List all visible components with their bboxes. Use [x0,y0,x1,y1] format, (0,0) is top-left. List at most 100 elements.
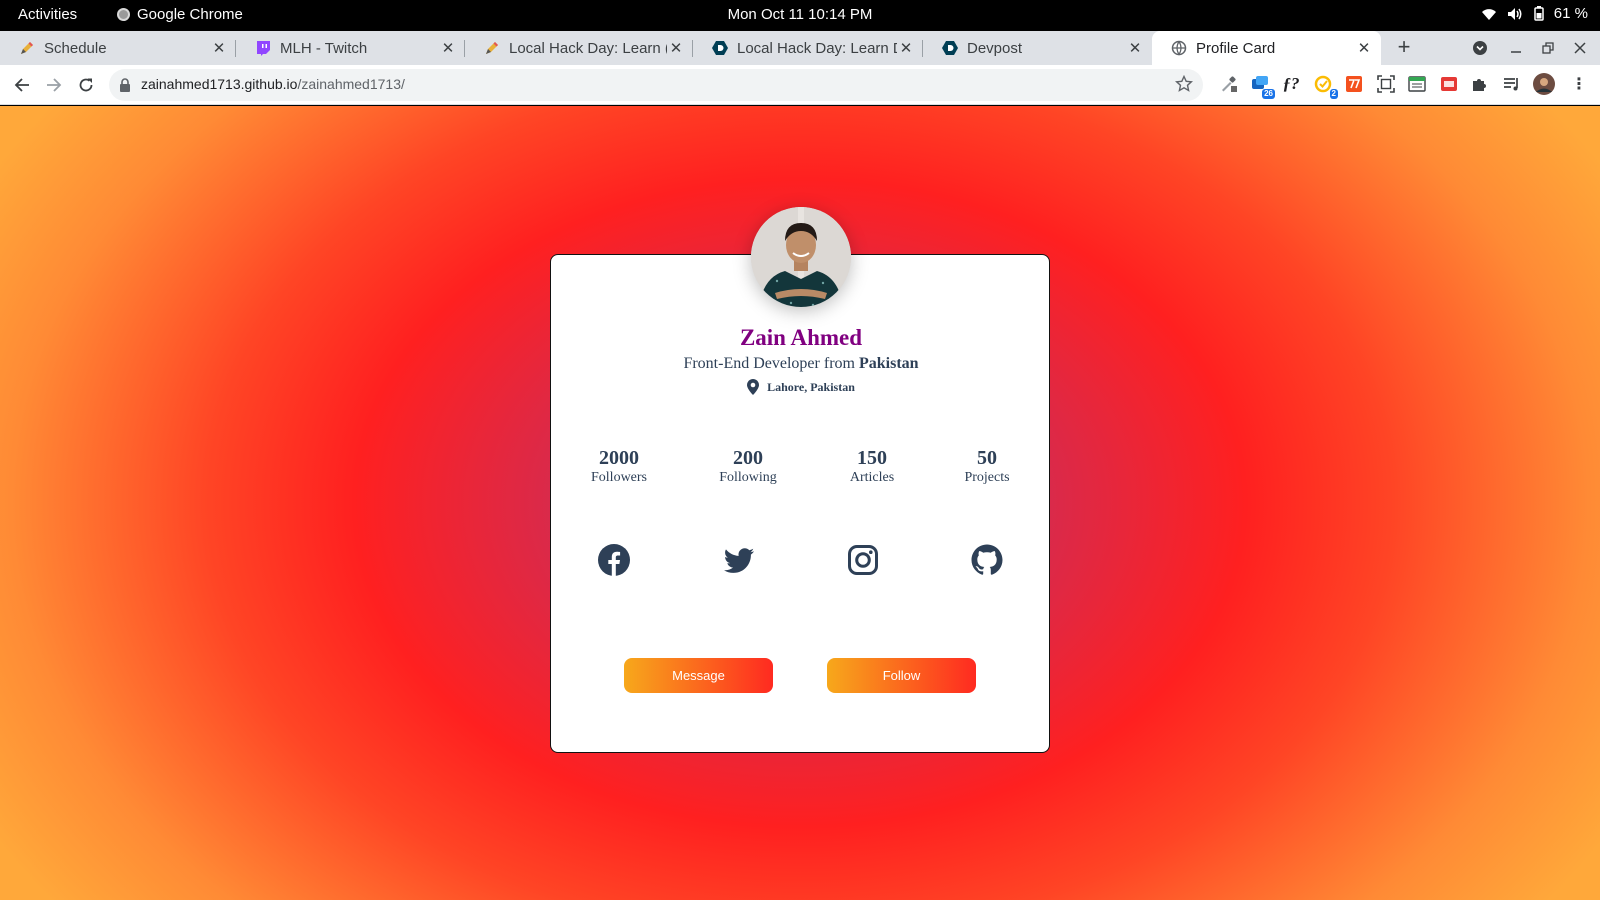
volume-icon [1507,7,1522,20]
tab-search-button[interactable] [1468,36,1492,60]
extension-screenshot-button[interactable] [1375,73,1397,95]
reload-button[interactable] [74,73,98,97]
reload-icon [79,78,93,92]
close-icon[interactable]: ✕ [897,39,915,57]
globe-icon [1171,40,1187,56]
app-name: Google Chrome [137,6,243,23]
profile-avatar [751,207,851,307]
extension-5-button[interactable] [1343,73,1365,95]
bookmark-star-icon[interactable] [1175,75,1193,93]
extension-4-button[interactable]: 2 [1312,73,1338,99]
reading-list-button[interactable] [1501,73,1523,95]
extensions-menu-button[interactable] [1469,73,1491,95]
tab-schedule[interactable]: Schedule ✕ [0,31,236,65]
tab-label: Local Hack Day: Learn D [737,39,897,57]
twitter-icon[interactable] [722,543,756,577]
extension-formula-button[interactable]: ƒ? [1280,73,1302,95]
chrome-icon [117,8,130,21]
stat-articles[interactable]: 150 Articles [850,447,894,487]
profile-card: Zain Ahmed Front-End Developer from Paki… [550,207,1051,753]
stat-label: Projects [964,470,1010,485]
close-icon[interactable]: ✕ [1126,39,1144,57]
github-icon[interactable] [970,543,1004,577]
location-text: Lahore, Pakistan [767,379,855,394]
puzzle-icon [1473,79,1486,91]
profile-location: Lahore, Pakistan [551,379,1051,395]
extension-calendar-button[interactable] [1406,73,1428,95]
minimize-button[interactable] [1504,36,1528,60]
devpost-icon [712,41,728,55]
tab-local-hack-day-1[interactable]: Local Hack Day: Learn (2 ✕ [465,31,693,65]
tab-devpost[interactable]: Devpost ✕ [923,31,1152,65]
tab-label: Devpost [967,39,1023,57]
stat-following[interactable]: 200 Following [719,447,777,487]
extension-5-icon [1346,76,1362,92]
profile-photo [751,207,851,307]
battery-icon [1534,6,1544,21]
queue-music-icon [1504,78,1518,91]
stat-label: Articles [849,470,895,485]
browser-toolbar: zainahmed1713.github.io/zainahmed1713/ 2… [0,65,1600,105]
close-icon[interactable]: ✕ [210,39,228,57]
more-vertical-icon: ⋮ [1571,76,1587,93]
chevron-down-icon [1473,41,1487,55]
tab-label: Profile Card [1196,39,1276,57]
formula-icon: ƒ? [1282,74,1300,93]
back-button[interactable] [10,73,34,97]
subtitle-country: Pakistan [858,355,919,372]
url-text: zainahmed1713.github.io/zainahmed1713/ [141,76,405,92]
extension-dropper-button[interactable] [1217,73,1239,95]
stat-label: Following [719,470,777,485]
instagram-icon[interactable] [846,543,880,577]
stat-projects[interactable]: 50 Projects [964,447,1009,487]
close-icon[interactable]: ✕ [667,39,685,57]
extension-pdf-button[interactable] [1438,73,1460,95]
pdf-icon [1441,77,1457,91]
lock-icon [120,78,130,92]
stat-label: Followers [591,470,647,485]
follow-button[interactable]: Follow [827,658,976,693]
system-top-bar: Activities Google Chrome Mon Oct 11 10:1… [0,0,1600,31]
screenshot-icon [1377,75,1395,93]
restore-button[interactable] [1536,36,1560,60]
profile-subtitle: Front-End Developer from Pakistan [551,355,1051,373]
arrow-left-icon [14,78,29,92]
map-pin-icon [747,379,760,395]
new-tab-button[interactable]: + [1391,35,1417,61]
battery-level: 61 % [1553,5,1588,22]
stat-followers[interactable]: 2000 Followers [591,447,647,487]
facebook-icon[interactable] [597,543,631,577]
restore-icon [1542,42,1554,54]
system-tray[interactable]: 61 % [1481,5,1588,22]
close-icon [1574,42,1586,54]
tab-profile-card[interactable]: Profile Card ✕ [1152,31,1381,65]
tab-label: MLH - Twitch [280,39,368,57]
tab-local-hack-day-2[interactable]: Local Hack Day: Learn D ✕ [693,31,923,65]
close-icon[interactable]: ✕ [439,39,457,57]
close-window-button[interactable] [1568,36,1592,60]
profile-avatar-button[interactable] [1533,73,1555,95]
eyedropper-icon [1222,76,1237,92]
tab-label: Local Hack Day: Learn (2 [509,39,667,57]
app-menu[interactable]: Google Chrome [117,6,243,23]
mlh-pencil-icon [486,42,498,54]
activities-button[interactable]: Activities [18,6,77,23]
tab-mlh-twitch[interactable]: MLH - Twitch ✕ [236,31,465,65]
subtitle-text: Front-End Developer from [683,355,859,372]
forward-button[interactable] [42,73,66,97]
mlh-pencil-icon [21,42,33,54]
extension-2-button[interactable]: 26 [1249,73,1275,99]
extension-badge: 26 [1262,89,1275,99]
profile-name: Zain Ahmed [739,325,863,350]
devpost-icon [942,41,958,55]
stat-value: 2000 [599,447,639,469]
address-bar[interactable]: zainahmed1713.github.io/zainahmed1713/ [109,69,1203,101]
chrome-menu-button[interactable]: ⋮ [1568,73,1590,95]
stat-value: 150 [856,447,887,469]
url-host: zainahmed1713.github.io [141,76,298,92]
url-path: /zainahmed1713/ [297,76,405,92]
stat-value: 50 [976,447,997,469]
message-button[interactable]: Message [624,658,773,693]
calendar-icon [1408,76,1426,92]
close-icon[interactable]: ✕ [1355,39,1373,57]
